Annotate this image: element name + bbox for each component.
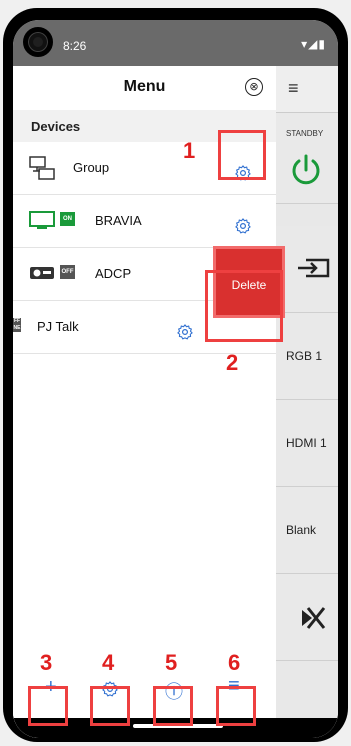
drawer-header: Menu ⊗ (13, 66, 276, 111)
screenshot-frame: 8:26 ▾◢▮ ≡ STANDBY RGB 1 HDMI 1 Blank Me… (0, 0, 351, 746)
on-badge: ON (60, 212, 75, 226)
annotation-number-4: 4 (102, 650, 115, 675)
annotation-number-5: 5 (165, 650, 178, 675)
group-icon (29, 156, 55, 180)
drawer-title: Menu (123, 78, 166, 95)
device-name-group: Group (73, 160, 110, 175)
standby-label: STANDBY (286, 129, 324, 138)
projector-icon (30, 267, 54, 279)
highlight-box-5 (153, 686, 193, 726)
devices-section-label: Devices (31, 119, 81, 134)
pjtalk-settings-icon[interactable] (176, 323, 194, 341)
standby-button[interactable]: STANDBY (276, 113, 338, 204)
off-badge: OFF (60, 265, 75, 279)
hdmi1-button[interactable]: HDMI 1 (276, 400, 338, 487)
device-name-pjtalk: PJ Talk (37, 319, 79, 334)
camera-icon (23, 27, 53, 57)
mute-button[interactable] (276, 574, 338, 661)
hdmi1-label: HDMI 1 (286, 436, 327, 450)
system-status-icons: ▾◢▮ (301, 37, 326, 51)
bravia-settings-icon[interactable] (234, 217, 252, 235)
status-bar: 8:26 ▾◢▮ (13, 20, 338, 66)
status-badge-partial: FF NE (13, 318, 21, 332)
status-time: 8:26 (63, 39, 87, 53)
power-icon (292, 154, 320, 185)
annotation-number-3: 3 (40, 650, 53, 675)
tv-icon (29, 211, 55, 229)
highlight-box-6 (216, 686, 256, 726)
device-name-bravia: BRAVIA (95, 213, 142, 228)
blank-label: Blank (286, 523, 317, 537)
phone-screen: 8:26 ▾◢▮ ≡ STANDBY RGB 1 HDMI 1 Blank Me… (13, 20, 338, 738)
rgb1-button[interactable]: RGB 1 (276, 313, 338, 400)
highlight-box-3 (28, 686, 68, 726)
annotation-number-1: 1 (183, 138, 196, 163)
highlight-box-2 (205, 270, 283, 342)
phone-body: 8:26 ▾◢▮ ≡ STANDBY RGB 1 HDMI 1 Blank Me… (3, 8, 348, 742)
highlight-box-1 (218, 130, 266, 180)
remote-header: ≡ (276, 66, 338, 113)
remote-panel: ≡ STANDBY RGB 1 HDMI 1 Blank (276, 66, 338, 738)
annotation-number-2: 2 (226, 350, 239, 375)
rgb1-label: RGB 1 (286, 349, 323, 363)
highlight-box-4 (90, 686, 130, 726)
close-icon[interactable]: ⊗ (245, 78, 263, 96)
device-name-adcp: ADCP (95, 266, 132, 281)
input-select-button[interactable] (276, 226, 338, 313)
blank-button[interactable]: Blank (276, 487, 338, 574)
hamburger-icon[interactable]: ≡ (288, 78, 299, 99)
input-icon (298, 258, 330, 278)
annotation-number-6: 6 (228, 650, 241, 675)
picture-mute-icon (302, 607, 326, 629)
